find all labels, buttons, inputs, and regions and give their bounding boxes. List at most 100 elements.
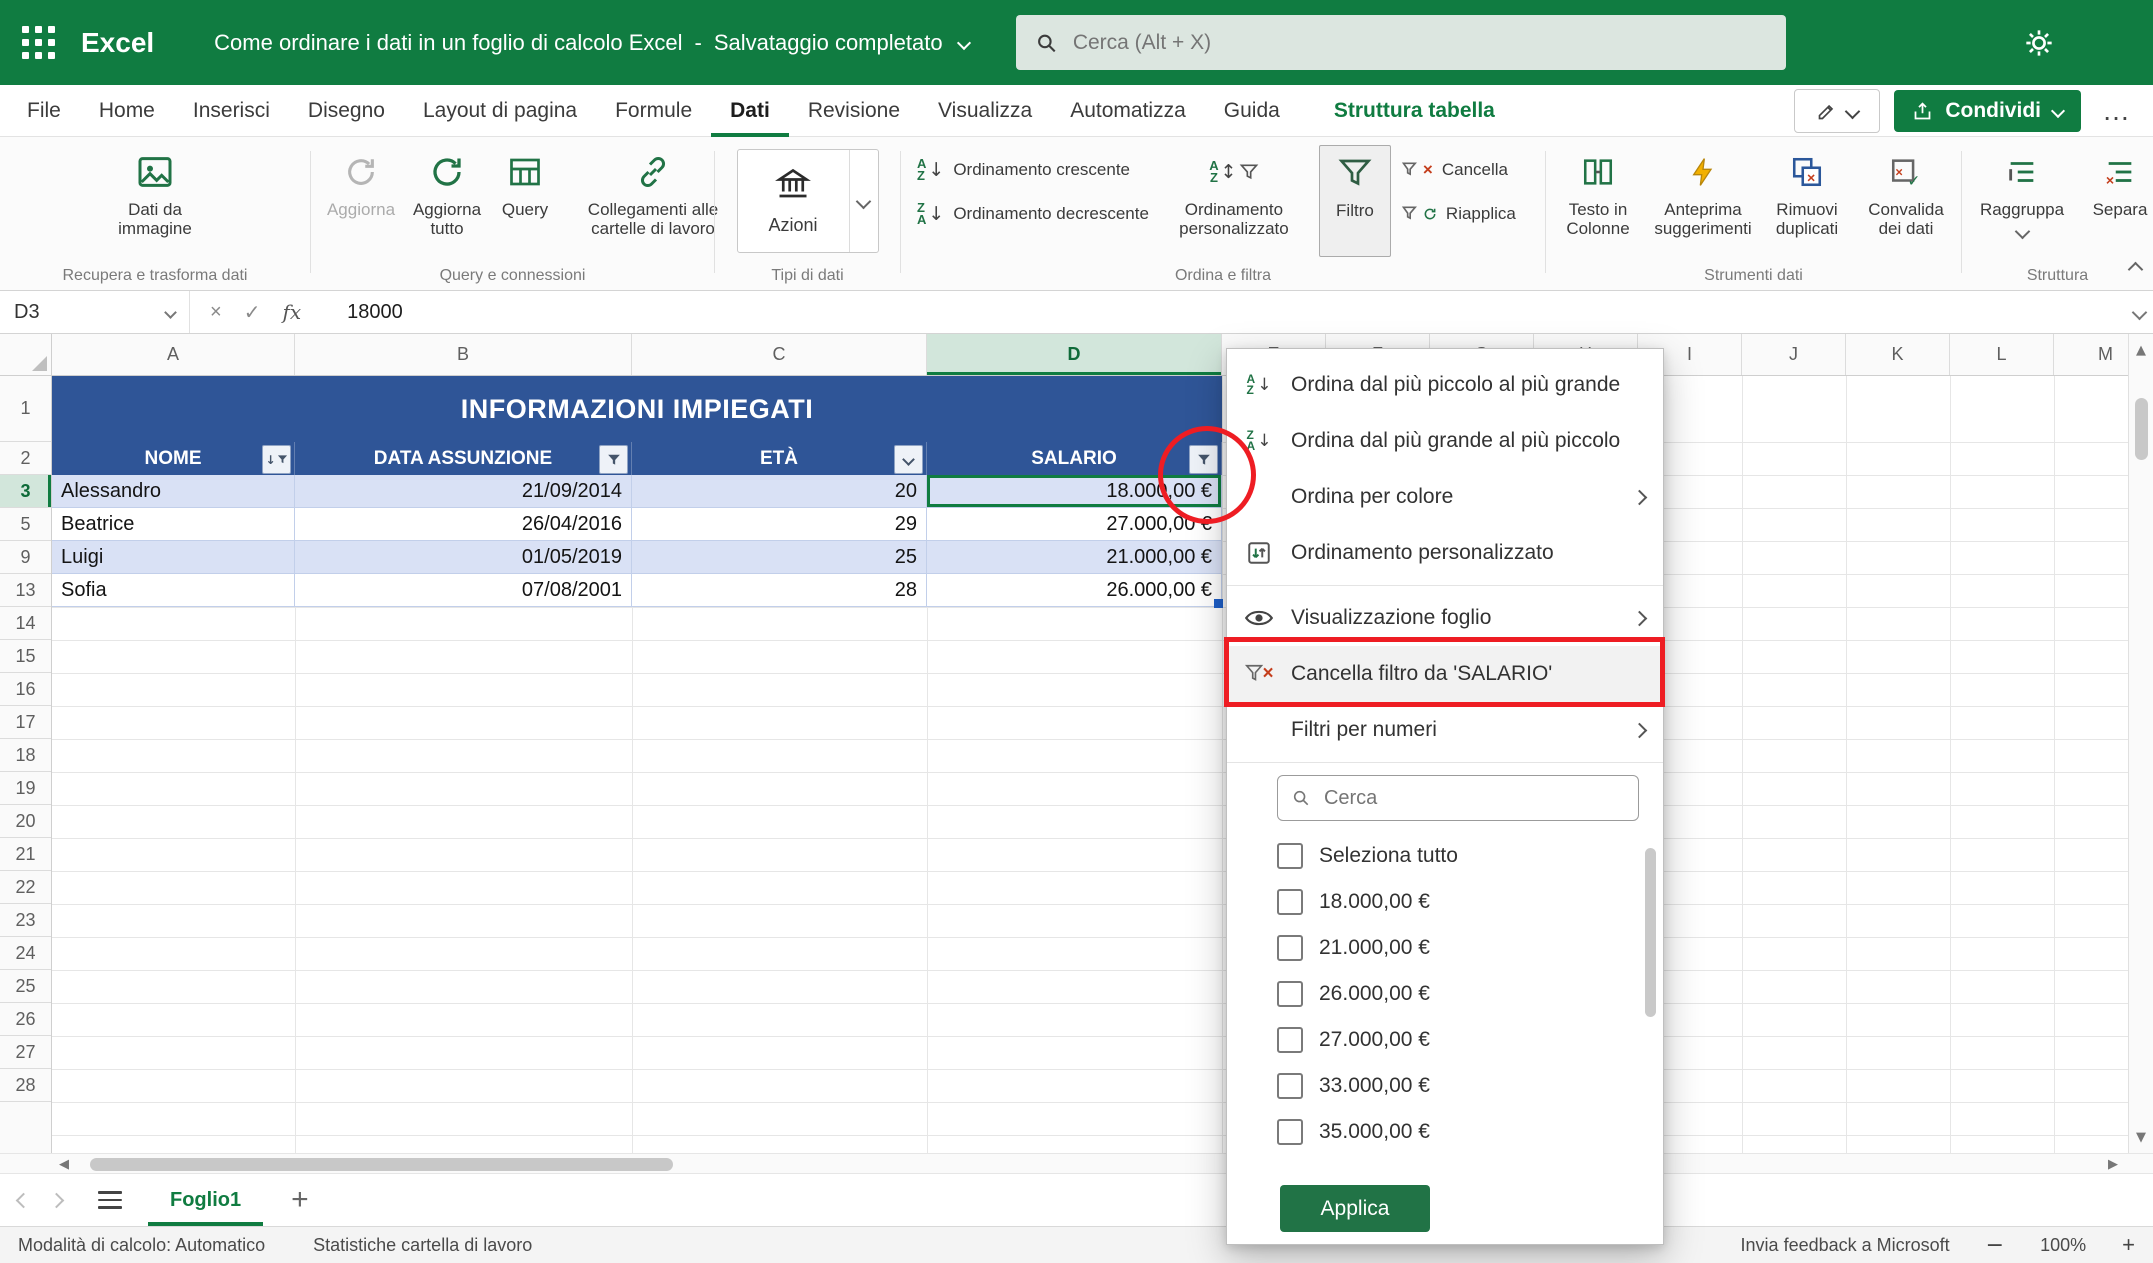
ribbon-tab[interactable]: File [8,85,80,137]
row-header[interactable]: 21 [0,838,51,871]
text-to-columns-button[interactable]: Testo in Colonne [1552,145,1644,238]
row-header[interactable]: 18 [0,739,51,772]
checkbox-icon[interactable] [1277,1119,1303,1145]
search-input[interactable] [1071,30,1766,56]
eta-filter-button[interactable] [894,445,923,474]
sort-descending-button[interactable]: ZA↓ Ordinamento decrescente [917,193,1149,235]
next-sheet-icon[interactable] [49,1192,65,1208]
row-header[interactable]: 27 [0,1036,51,1069]
filter-value-checkbox-row[interactable]: 27.000,00 € [1227,1017,1663,1063]
menu-scrollbar-thumb[interactable] [1645,848,1656,1017]
reapply-filter-button[interactable]: Riapplica [1401,193,1516,235]
column-header[interactable]: C [632,334,927,375]
scroll-left-icon[interactable]: ◀ [52,1154,76,1174]
checkbox-icon[interactable] [1277,1073,1303,1099]
custom-sort-button[interactable]: AZ↕ Ordinamento personalizzato [1159,145,1309,238]
name-box[interactable]: D3 [0,291,190,333]
query-button[interactable]: Query [493,145,557,219]
tab-struttura-tabella[interactable]: Struttura tabella [1315,85,1514,137]
ungroup-button[interactable]: × Separa [2074,145,2153,219]
cell-d13[interactable]: 26.000,00 € [927,574,1222,607]
azioni-main[interactable]: Azioni [738,150,849,252]
cell-a13[interactable]: Sofia [52,574,295,607]
column-header[interactable]: A [52,334,295,375]
filter-value-checkbox-row[interactable]: 18.000,00 € [1227,879,1663,925]
ribbon-tab[interactable]: Layout di pagina [404,85,596,137]
header-cell-salario[interactable]: SALARIO [927,442,1222,475]
column-header[interactable]: L [1950,334,2054,375]
prev-sheet-icon[interactable] [16,1192,32,1208]
row-header[interactable]: 2 [0,442,51,475]
filter-search-input[interactable] [1322,786,1624,811]
cell-c13[interactable]: 28 [632,574,927,607]
table-title-cell[interactable]: INFORMAZIONI IMPIEGATI [52,376,1222,442]
filter-search-box[interactable] [1277,775,1639,821]
menu-number-filters[interactable]: Filtri per numeri [1227,702,1663,758]
row-header[interactable]: 25 [0,970,51,1003]
scroll-right-icon[interactable]: ▶ [2101,1154,2125,1174]
row-header[interactable]: 3 [0,475,51,508]
row-header[interactable]: 15 [0,640,51,673]
app-launcher-icon[interactable] [22,26,55,59]
clear-filter-ribbon-button[interactable]: × Cancella [1401,149,1516,191]
ribbon-tab[interactable]: Dati [711,85,789,137]
editing-mode-button[interactable] [1794,89,1880,133]
send-feedback-link[interactable]: Invia feedback a Microsoft [1741,1235,1950,1256]
expand-formula-bar-icon[interactable] [2132,304,2148,320]
column-header[interactable]: J [1742,334,1846,375]
ribbon-tab[interactable]: Visualizza [919,85,1051,137]
share-button[interactable]: Condividi [1894,90,2081,132]
ribbon-tab[interactable]: Guida [1205,85,1299,137]
menu-custom-sort[interactable]: Ordinamento personalizzato [1227,525,1663,581]
azioni-dropdown[interactable]: Azioni [737,149,879,253]
ribbon-tab[interactable]: Inserisci [174,85,289,137]
cell-d5[interactable]: 27.000,00 € [927,508,1222,541]
ribbon-tab[interactable]: Home [80,85,174,137]
ribbon-tab[interactable]: Disegno [289,85,404,137]
filter-button[interactable]: Filtro [1319,145,1391,257]
settings-gear-icon[interactable] [2020,24,2058,62]
row-header[interactable]: 20 [0,805,51,838]
zoom-in-button[interactable]: + [2122,1232,2135,1258]
cancel-icon[interactable]: × [210,301,222,324]
checkbox-icon[interactable] [1277,889,1303,915]
header-cell-data-assunzione[interactable]: DATA ASSUNZIONE [295,442,632,475]
cell-b9[interactable]: 01/05/2019 [295,541,632,574]
menu-sort-descending[interactable]: ZA↓ Ordina dal più grande al più piccolo [1227,413,1663,469]
horizontal-scroll-thumb[interactable] [90,1158,673,1171]
zoom-level[interactable]: 100% [2040,1235,2086,1256]
salario-filter-button[interactable] [1189,445,1218,474]
cell-d9[interactable]: 21.000,00 € [927,541,1222,574]
vertical-scrollbar[interactable]: ▲ ▼ [2128,334,2153,1153]
search-box[interactable] [1016,15,1786,70]
data-filter-button[interactable] [599,445,628,474]
select-all-corner[interactable] [0,334,52,376]
data-validation-button[interactable]: ×✓ Convalida dei dati [1856,145,1956,238]
sort-ascending-button[interactable]: AZ↓ Ordinamento crescente [917,149,1149,191]
column-header[interactable]: M [2054,334,2128,375]
calc-mode-status[interactable]: Modalità di calcolo: Automatico [18,1235,265,1256]
workbook-stats-button[interactable]: Statistiche cartella di lavoro [313,1235,532,1256]
sheet-tab-foglio1[interactable]: Foglio1 [148,1174,263,1226]
checkbox-icon[interactable] [1277,1027,1303,1053]
header-cell-eta[interactable]: ETÀ [632,442,927,475]
horizontal-scrollbar[interactable]: ◀ ▶ [0,1153,2153,1174]
row-header[interactable]: 5 [0,508,51,541]
chevron-down-icon[interactable] [956,35,970,49]
row-header[interactable]: 9 [0,541,51,574]
enter-check-icon[interactable]: ✓ [244,300,261,324]
menu-sort-by-color[interactable]: Ordina per colore [1227,469,1663,525]
apply-button[interactable]: Applica [1280,1185,1430,1232]
filter-value-checkbox-row[interactable]: 33.000,00 € [1227,1063,1663,1109]
flash-fill-button[interactable]: Anteprima suggerimenti [1648,145,1758,238]
row-header[interactable]: 1 [0,376,51,442]
more-options-button[interactable]: … [2095,90,2139,132]
checkbox-icon[interactable] [1277,935,1303,961]
ribbon-tab[interactable]: Automatizza [1051,85,1205,137]
ribbon-tab[interactable]: Revisione [789,85,919,137]
row-header[interactable]: 19 [0,772,51,805]
checkbox-icon[interactable] [1277,843,1303,869]
cell-b3[interactable]: 21/09/2014 [295,475,632,508]
group-rows-button[interactable]: Raggruppa [1976,145,2068,237]
row-header[interactable]: 23 [0,904,51,937]
